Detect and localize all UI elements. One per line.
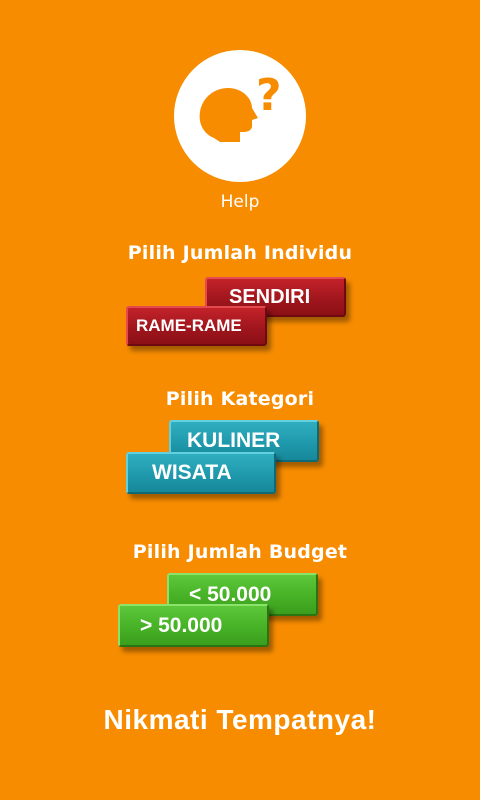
wisata-button[interactable]: WISATA [126, 452, 276, 494]
rame-rame-button[interactable]: RAME-RAME [126, 306, 267, 346]
wisata-label: WISATA [152, 461, 232, 484]
help-label: Help [220, 192, 260, 212]
help-button[interactable]: ? [174, 50, 306, 182]
kuliner-label: KULINER [187, 429, 281, 452]
svg-text:?: ? [256, 70, 282, 121]
footer-tagline: Nikmati Tempatnya! [103, 704, 377, 735]
budget-over-label: > 50.000 [140, 613, 223, 637]
budget-title: Pilih Jumlah Budget [132, 541, 348, 563]
individu-title: Pilih Jumlah Individu [127, 242, 353, 264]
head-question-icon: ? [199, 70, 282, 142]
kategori-title: Pilih Kategori [165, 388, 315, 410]
budget-over-button[interactable]: > 50.000 [118, 604, 269, 647]
budget-under-label: < 50.000 [189, 582, 272, 606]
rame-rame-label: RAME-RAME [136, 316, 242, 335]
